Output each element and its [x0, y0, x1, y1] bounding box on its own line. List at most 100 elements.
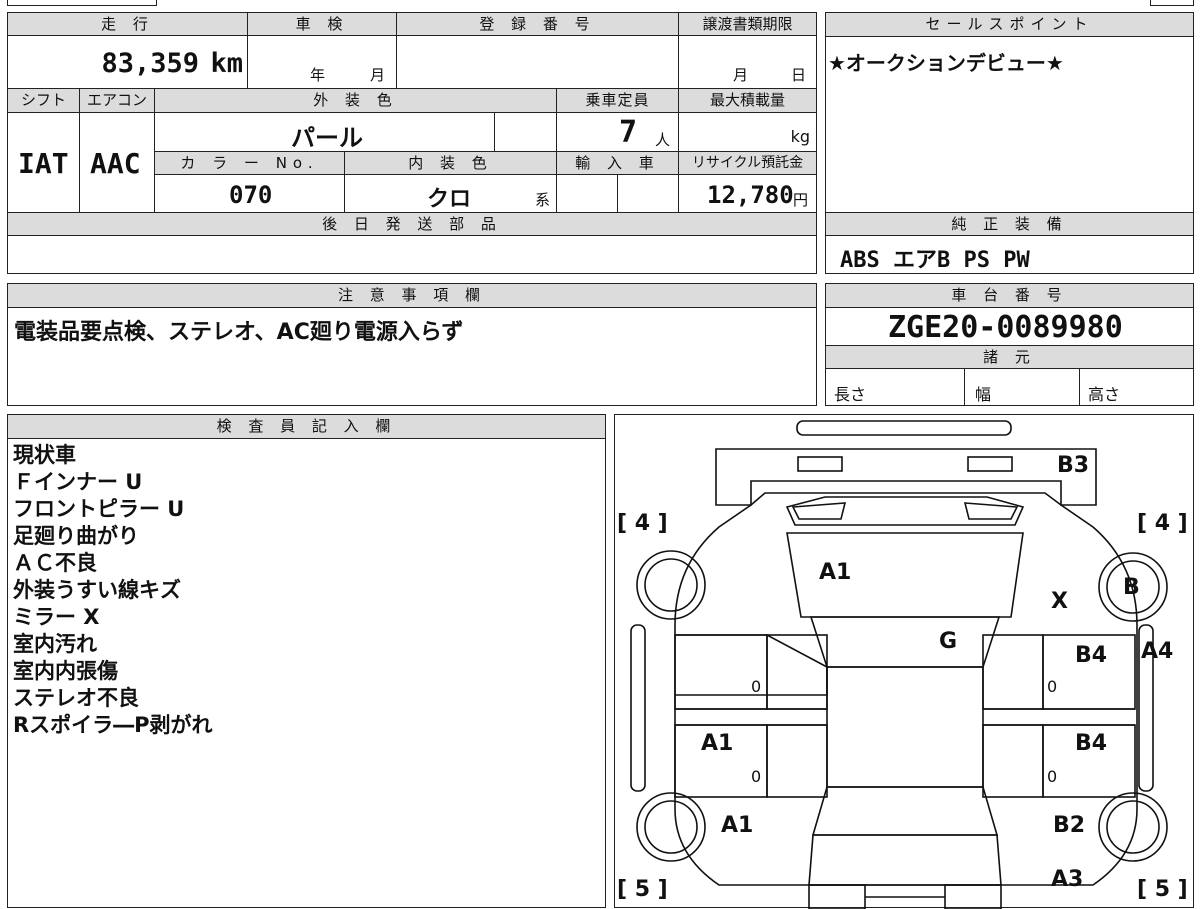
inspector-line: ステレオ不良: [13, 686, 139, 710]
windshield: [809, 616, 1001, 668]
left-front-door: [674, 634, 768, 710]
mark-b4-front-right: B4: [1075, 643, 1108, 668]
mark-a1-left-door: A1: [701, 731, 734, 756]
rear-bumper-left: [808, 884, 866, 909]
mark-g-windshield: G: [939, 629, 958, 654]
exterior-color-value: パール: [291, 124, 363, 152]
shift-header: シフト: [7, 88, 80, 113]
color-no-cell: 070: [154, 174, 345, 213]
mark-b2-right-rear: B2: [1053, 813, 1086, 838]
top-strip-cell: [1150, 0, 1194, 6]
inspector-lines: 現状車 Ｆインナー U フロントピラー U 足廻り曲がり ＡＣ不良 外装うすい線…: [13, 442, 213, 739]
notes-cell: 電装品要点検、ステレオ、AC廻り電源入らず: [7, 307, 817, 406]
tailgate: [808, 834, 1002, 886]
inspector-line: フロントピラー U: [13, 497, 185, 521]
mark-x-mirror: X: [1051, 589, 1068, 614]
left-step: [630, 624, 646, 792]
notes-value: 電装品要点検、ステレオ、AC廻り電源入らず: [14, 320, 464, 345]
import-cell-b: [617, 174, 679, 213]
length-label: 長さ: [834, 385, 867, 404]
mark-a1-hood: A1: [819, 560, 852, 585]
height-cell: 高さ: [1079, 368, 1194, 406]
top-strip-cell: [7, 0, 157, 6]
right-rear-wheel-inner: [1106, 800, 1160, 854]
mark-a4-right: A4: [1141, 639, 1174, 664]
interior-color-suffix: 系: [535, 191, 551, 209]
capacity-cell: 7 人: [556, 112, 679, 152]
zero-right-rear: 0: [1047, 767, 1058, 786]
inspector-cell: 現状車 Ｆインナー U フロントピラー U 足廻り曲がり ＡＣ不良 外装うすい線…: [7, 438, 606, 908]
recycle-unit: 円: [793, 191, 809, 209]
transfer-header: 譲渡書類期限: [678, 12, 817, 36]
ac-cell: AAC: [79, 112, 155, 213]
left-rear-door-glass: [766, 724, 828, 798]
mark-b3: B3: [1057, 453, 1090, 478]
rear-bumper-right: [944, 884, 1002, 909]
rear-window: [811, 786, 999, 836]
zero-left-rear: 0: [751, 767, 762, 786]
notes-header: 注 意 事 項 欄: [7, 283, 817, 308]
later-parts-cell: [7, 235, 817, 274]
inspector-line: 外装うすい線キズ: [13, 578, 181, 602]
exterior-color-header: 外 装 色: [154, 88, 557, 113]
shaken-header: 車 検: [247, 12, 397, 36]
interior-color-value: クロ: [427, 187, 472, 212]
inspector-line: Rスポイラ―P剥がれ: [13, 713, 213, 737]
chassis-cell: ZGE20-0089980: [825, 307, 1194, 346]
sales-point-header: セールスポイント: [825, 12, 1194, 37]
inspector-line: 室内内張傷: [13, 659, 118, 683]
mark-a1-left-rear: A1: [721, 813, 754, 838]
shaken-year: 年: [310, 66, 326, 84]
import-header: 輸 入 車: [556, 151, 679, 175]
mileage-header: 走 行: [7, 12, 248, 36]
dimensions-header: 諸 元: [825, 345, 1194, 369]
mileage-unit: km: [210, 48, 243, 79]
sales-point-cell: ★オークションデビュー★: [825, 36, 1194, 213]
width-cell: 幅: [964, 368, 1080, 406]
headlight-right: [967, 456, 1013, 472]
capacity-header: 乗車定員: [556, 88, 679, 113]
ac-value: AAC: [90, 147, 141, 180]
tire-left-rear-label: [ 5 ]: [617, 877, 668, 902]
width-label: 幅: [975, 385, 992, 404]
inspector-line: 現状車: [13, 443, 76, 467]
left-rear-wheel-outer: [636, 792, 706, 862]
left-rear-wheel-inner: [644, 800, 698, 854]
tire-left-front-label: [ 4 ]: [617, 511, 668, 536]
shift-cell: IAT: [7, 112, 80, 213]
interior-color-header: 内 装 色: [344, 151, 557, 175]
later-parts-header: 後 日 発 送 部 品: [7, 212, 817, 236]
sales-point-value: ★オークションデビュー★: [828, 51, 1064, 75]
chassis-header: 車 台 番 号: [825, 283, 1194, 308]
car-diagram: [630, 420, 1168, 909]
left-front-wheel-inner: [644, 558, 698, 612]
import-cell-a: [556, 174, 618, 213]
tire-right-front-label: [ 4 ]: [1137, 511, 1188, 536]
transfer-day: 日: [791, 66, 807, 84]
max-load-unit: kg: [790, 127, 810, 146]
inspector-line: 足廻り曲がり: [13, 524, 139, 548]
right-rear-wheel-outer: [1098, 792, 1168, 862]
mark-b-wheel: B: [1123, 575, 1140, 600]
roof-bar: [796, 420, 1012, 436]
length-cell: 長さ: [825, 368, 965, 406]
zero-right-front: 0: [1047, 677, 1058, 696]
headlight-left: [797, 456, 843, 472]
mark-b4-rear-right: B4: [1075, 731, 1108, 756]
car-diagram-panel: B3 [ 4 ] [ 4 ] A1 X B G B4 A4 0 0 A1 B4 …: [614, 414, 1194, 909]
exterior-color-cell: パール: [154, 112, 495, 152]
mark-a3-right-rear: A3: [1051, 867, 1084, 892]
color-no-header: カ ラ ー No.: [154, 151, 345, 175]
exterior-color-extra-cell: [494, 112, 557, 152]
inspector-line: 室内汚れ: [13, 632, 97, 656]
inspector-header: 検 査 員 記 入 欄: [7, 414, 606, 439]
left-front-wheel-outer: [636, 550, 706, 620]
grille-slot-left: [791, 502, 847, 520]
tire-right-rear-label: [ 5 ]: [1137, 877, 1188, 902]
recycle-value: 12,780: [707, 181, 794, 209]
left-front-door-glass: [766, 634, 828, 710]
chassis-value: ZGE20-0089980: [888, 310, 1123, 345]
recycle-header: リサイクル預託金: [678, 151, 817, 175]
shaken-cell: 年 月: [247, 35, 397, 89]
inspector-line: ミラー X: [13, 605, 100, 629]
